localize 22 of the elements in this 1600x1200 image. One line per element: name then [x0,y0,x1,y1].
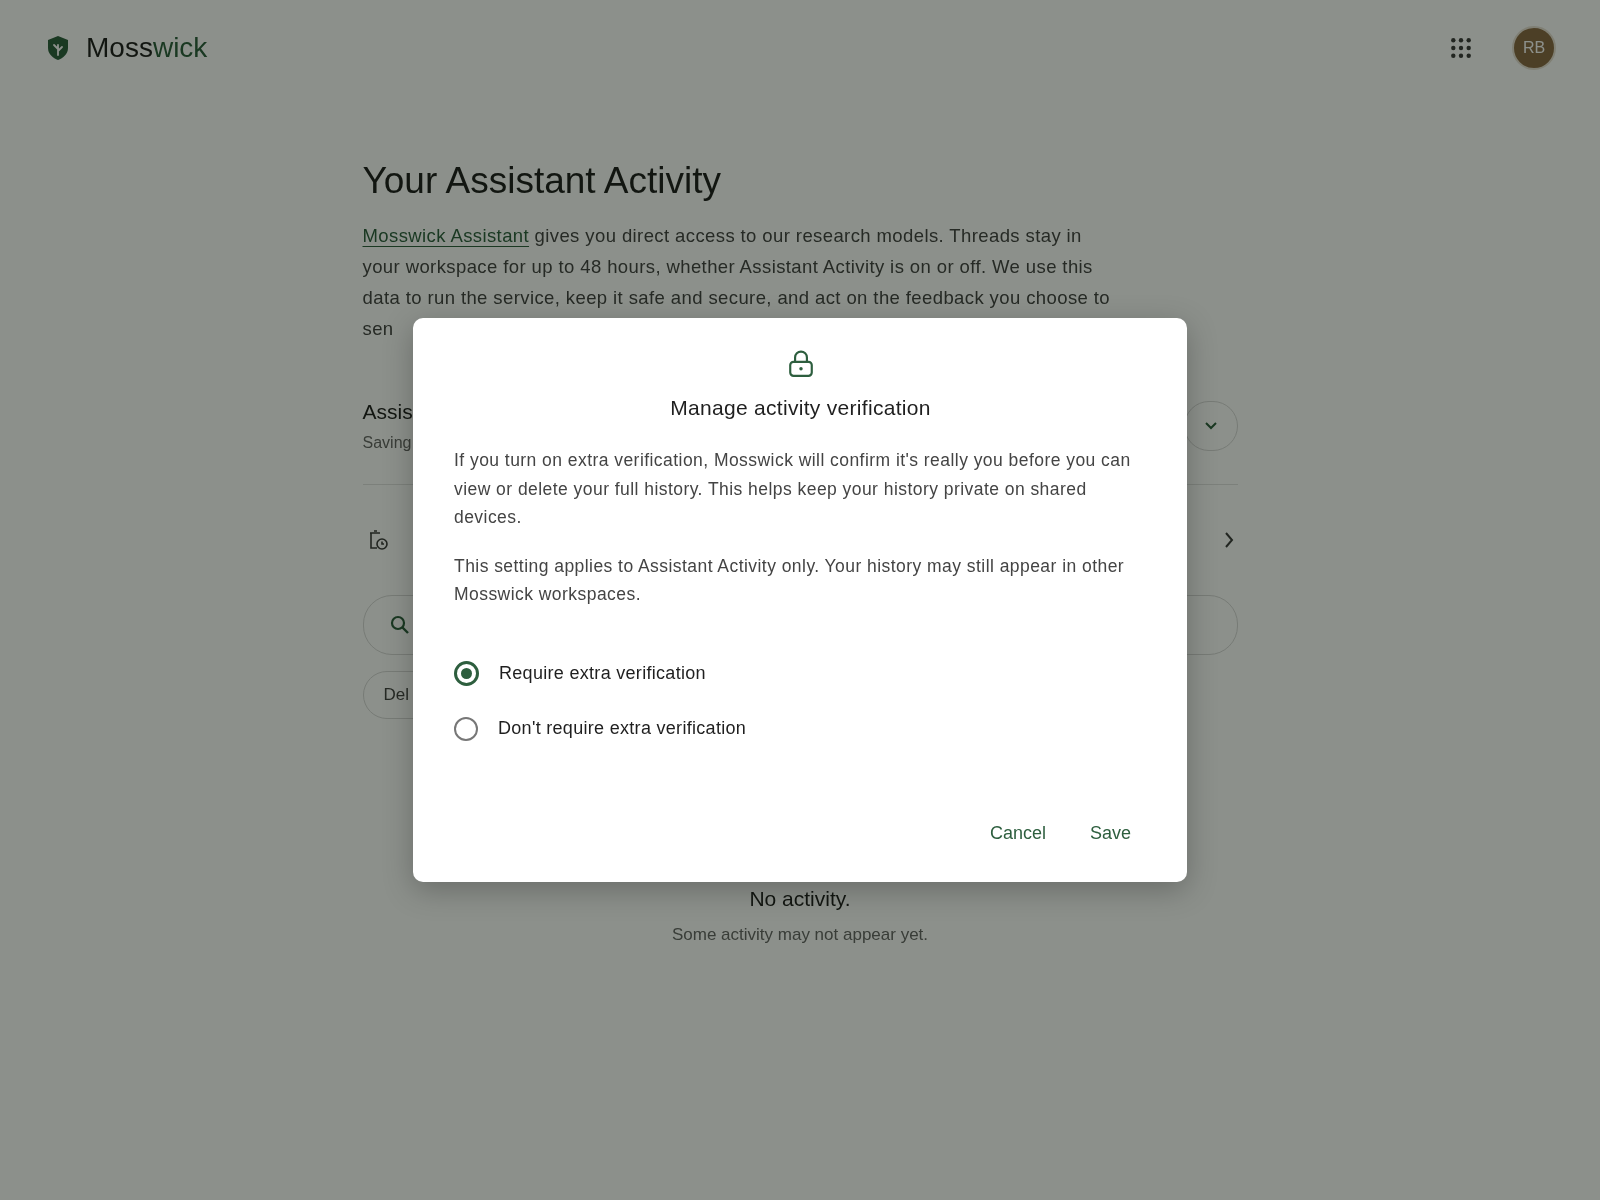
assistant-link[interactable]: Mosswick Assistant [362,225,530,246]
radio-button[interactable] [454,716,478,741]
save-button[interactable]: Save [1073,813,1147,854]
setting-label: Assis [362,400,413,424]
chevron-down-icon [1204,422,1217,430]
apps-grid-icon[interactable] [1450,37,1472,59]
dialog-paragraph: If you turn on extra verification, Mosswick will confirm it's really you before you can view or delete your full history. This helps keep your history private on shared devices. [454,449,1132,529]
page-title: Your Assistant Activity [362,160,723,202]
setting-status: Saving [362,434,413,452]
brand-name: Mosswick [86,32,208,64]
chevron-right-icon[interactable] [1223,532,1234,548]
radio-button[interactable] [454,660,479,686]
empty-subtitle: Some activity may not appear yet. [670,925,930,945]
dialog-title: Manage activity verification [669,396,932,420]
search-icon [389,615,410,635]
leaf-logo-icon [46,35,70,61]
dialog-paragraph: This setting applies to Assistant Activity only. Your history may still appear in other Mosswick workspaces. [454,554,1126,606]
option-label[interactable]: Require extra verification [499,662,706,684]
cancel-button[interactable]: Cancel [973,813,1062,854]
lock-icon [787,350,814,378]
empty-title: No activity. [748,887,852,911]
option-label[interactable]: Don't require extra verification [498,718,747,739]
